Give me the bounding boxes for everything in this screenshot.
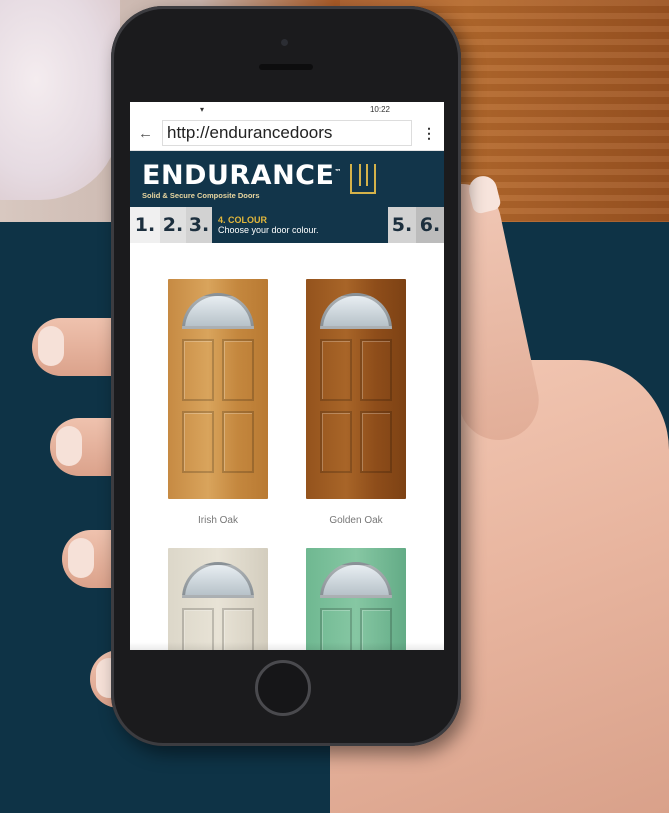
- url-field[interactable]: http://endurancedoors: [162, 120, 412, 146]
- phone-screen: ▾ 10:22 ← http://endurancedoors ⋮ ENDURA…: [130, 102, 444, 650]
- brand-name-text: ENDURANCE: [142, 160, 335, 191]
- door-panel: [360, 339, 392, 401]
- fingernail: [38, 326, 64, 366]
- door-option-irish-oak[interactable]: Irish Oak: [166, 279, 270, 526]
- browser-address-bar: ← http://endurancedoors ⋮: [130, 116, 444, 151]
- fingernail: [68, 538, 94, 578]
- door-panel: [182, 411, 214, 473]
- step-current-subtitle: Choose your door colour.: [218, 225, 319, 235]
- smartphone: ▾ 10:22 ← http://endurancedoors ⋮ ENDURA…: [111, 6, 461, 746]
- home-button[interactable]: [255, 660, 311, 716]
- step-current-colour: 4. COLOUR Choose your door colour.: [212, 207, 388, 243]
- status-bar: ▾ 10:22: [130, 102, 444, 116]
- sock: [0, 0, 120, 200]
- door-label: Golden Oak: [329, 515, 383, 526]
- door-panel: [320, 339, 352, 401]
- site-header: ENDURANCE™ Solid & Secure Composite Door…: [130, 151, 444, 207]
- logo[interactable]: ENDURANCE™ Solid & Secure Composite Door…: [142, 158, 342, 201]
- trademark: ™: [334, 168, 342, 176]
- door-image: [306, 279, 406, 499]
- door-option-green[interactable]: [304, 548, 408, 650]
- signal-icon: ▾: [200, 104, 205, 114]
- step-current-title: 4. COLOUR: [218, 215, 268, 225]
- vertical-dots-icon[interactable]: ⋮: [422, 125, 436, 142]
- fanlight-window: [182, 562, 254, 598]
- fanlight-window: [182, 293, 254, 329]
- door-option-golden-oak[interactable]: Golden Oak: [304, 279, 408, 526]
- door-panel: [182, 339, 214, 401]
- fanlight-window: [320, 562, 392, 598]
- scroll-shade: [130, 642, 444, 650]
- door-panel: [222, 339, 254, 401]
- brand-name: ENDURANCE™: [142, 158, 342, 190]
- earpiece-speaker: [259, 64, 313, 70]
- door-panel: [320, 411, 352, 473]
- door-panel: [360, 411, 392, 473]
- door-option-cream[interactable]: [166, 548, 270, 650]
- step-6[interactable]: 6.: [416, 207, 444, 243]
- door-image: [168, 279, 268, 499]
- step-progress: 1. 2. 3. 4. COLOUR Choose your door colo…: [130, 207, 444, 243]
- door-image: [306, 548, 406, 650]
- door-colour-grid: Irish Oak Golden Oak: [130, 243, 444, 650]
- fanlight-window: [320, 293, 392, 329]
- door-label: Irish Oak: [197, 515, 238, 526]
- door-logo-icon: [349, 164, 376, 194]
- step-3[interactable]: 3.: [186, 207, 212, 243]
- door-panel: [222, 411, 254, 473]
- fingernail: [56, 426, 82, 466]
- step-5[interactable]: 5.: [388, 207, 416, 243]
- status-time: 10:22: [369, 104, 390, 114]
- step-2[interactable]: 2.: [160, 207, 186, 243]
- photo-scene: ▾ 10:22 ← http://endurancedoors ⋮ ENDURA…: [0, 0, 669, 813]
- step-1[interactable]: 1.: [130, 207, 160, 243]
- front-camera: [281, 39, 288, 46]
- door-image: [168, 548, 268, 650]
- arrow-left-icon[interactable]: ←: [138, 125, 153, 142]
- brand-tagline: Solid & Secure Composite Doors: [142, 191, 260, 200]
